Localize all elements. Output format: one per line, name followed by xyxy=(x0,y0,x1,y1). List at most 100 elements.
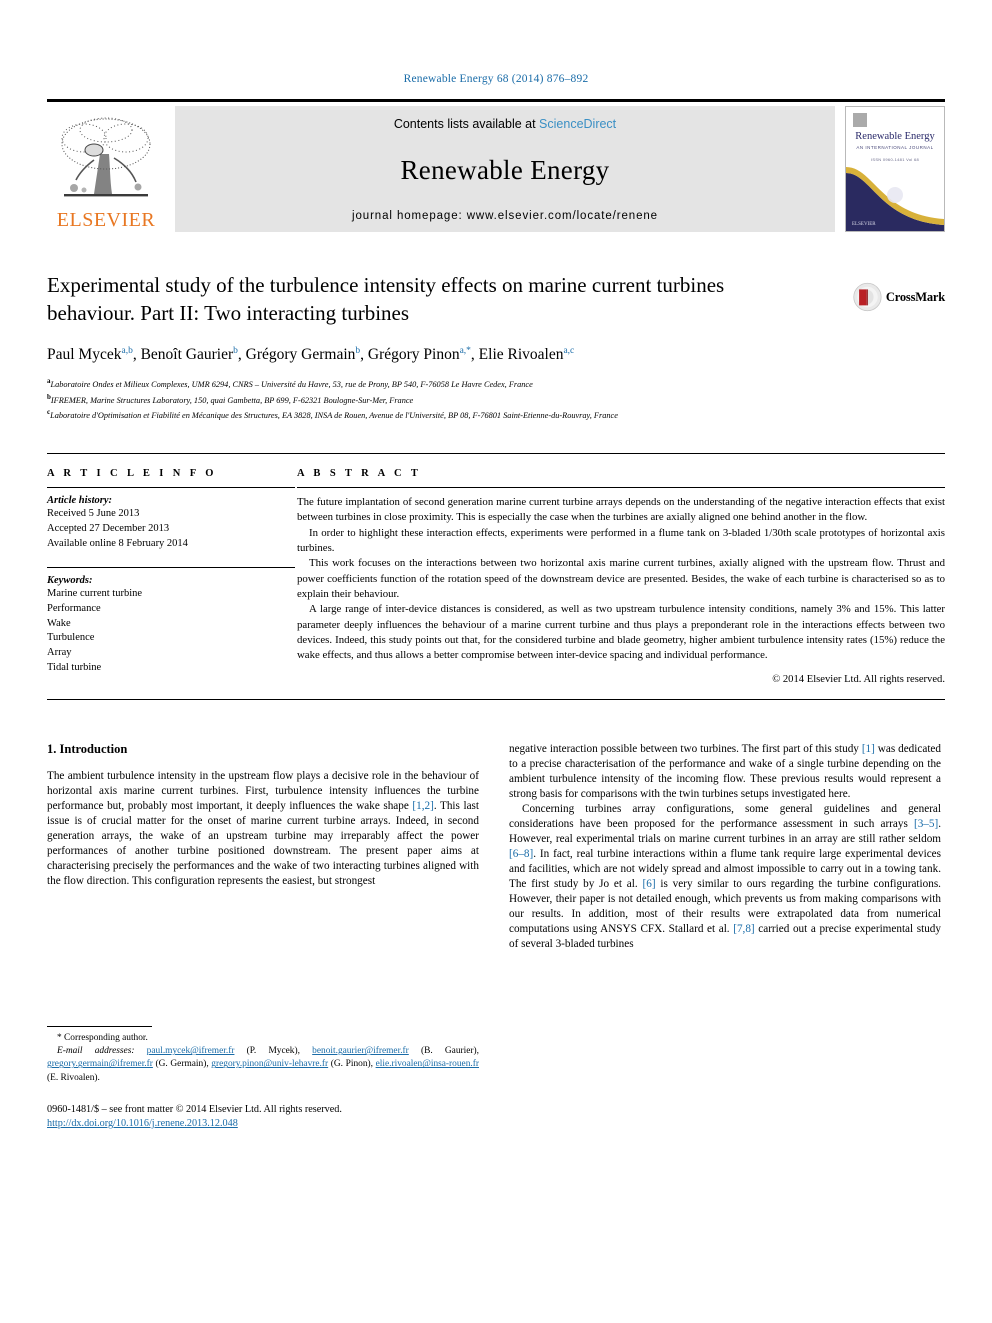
history-online: Available online 8 February 2014 xyxy=(47,537,188,549)
journal-cover-thumbnail: Renewable Energy AN INTERNATIONAL JOURNA… xyxy=(845,106,945,232)
cover-emblem-icon xyxy=(887,187,903,203)
abstract-bottom-rule xyxy=(47,698,945,700)
corresponding-author-note: * Corresponding author. xyxy=(57,1033,148,1044)
article-history-label: Article history: xyxy=(47,495,113,507)
elsevier-logo: ELSEVIER xyxy=(47,106,165,232)
citation-link[interactable]: [7,8] xyxy=(733,923,754,935)
abstract-paragraph: In order to highlight these interaction … xyxy=(297,526,945,554)
email-owner: (E. Rivoalen). xyxy=(47,1072,100,1083)
article-info-column: A R T I C L E I N F O Article history: R… xyxy=(47,468,295,685)
author-affil-marker: a,b xyxy=(121,345,133,356)
abstract-paragraph: This work focuses on the interactions be… xyxy=(297,557,945,600)
author-name: Grégory Pinon xyxy=(367,346,460,363)
footnote-block: * Corresponding author. E-mail addresses… xyxy=(47,1026,479,1132)
citation-link[interactable]: [1] xyxy=(862,743,875,755)
keyword-item: Wake xyxy=(47,617,71,629)
issn-line: 0960-1481/$ – see front matter © 2014 El… xyxy=(47,1103,342,1115)
crossmark-icon xyxy=(853,282,882,312)
affiliation-text: IFREMER, Marine Structures Laboratory, 1… xyxy=(50,395,414,405)
body-column-left: 1. Introduction The ambient turbulence i… xyxy=(47,742,479,1132)
page-title: Experimental study of the turbulence int… xyxy=(47,273,725,325)
abstract-paragraph: The future implantation of second genera… xyxy=(297,496,945,524)
author-affil-marker: a,* xyxy=(459,345,471,356)
article-info-heading: A R T I C L E I N F O xyxy=(47,468,217,480)
article-page: Renewable Energy 68 (2014) 876–892 ELSEV… xyxy=(0,0,992,1323)
keyword-item: Tidal turbine xyxy=(47,662,102,674)
author-affil-marker: a,c xyxy=(563,345,575,356)
journal-homepage[interactable]: journal homepage: www.elsevier.com/locat… xyxy=(352,210,658,222)
affiliation-text: Laboratoire d'Optimisation et Fiabilité … xyxy=(50,411,618,421)
journal-band: Contents lists available at ScienceDirec… xyxy=(175,106,835,232)
running-head: Renewable Energy 68 (2014) 876–892 xyxy=(403,73,589,85)
keyword-item: Turbulence xyxy=(47,632,95,644)
paragraph-text: . This last issue is of crucial matter f… xyxy=(47,799,479,888)
author-sep: , xyxy=(470,346,479,363)
crossmark-badge[interactable]: CrossMark xyxy=(853,272,945,322)
abstract-copyright: © 2014 Elsevier Ltd. All rights reserved… xyxy=(772,673,945,685)
keyword-item: Array xyxy=(47,647,72,659)
body-paragraph: Concerning turbines array configurations… xyxy=(509,802,941,953)
author-sep: , xyxy=(237,346,246,363)
journal-title: Renewable Energy xyxy=(400,155,610,185)
email-owner: (G. Germain), xyxy=(152,1059,212,1070)
abstract-paragraph: A large range of inter-device distances … xyxy=(297,603,945,662)
title-block: Experimental study of the turbulence int… xyxy=(47,272,945,423)
author-entry: Elie Rivoalena,c xyxy=(479,346,575,363)
doi-link[interactable]: http://dx.doi.org/10.1016/j.renene.2013.… xyxy=(47,1118,238,1129)
cover-publisher: ELSEVIER xyxy=(852,222,876,227)
contents-list-line: Contents lists available at ScienceDirec… xyxy=(394,117,616,131)
author-entry: Grégory Pinona,*, xyxy=(368,346,479,363)
footnote-rule xyxy=(47,1026,152,1028)
email-owner: (G. Pinon), xyxy=(328,1059,376,1070)
elsevier-wordmark: ELSEVIER xyxy=(56,209,156,231)
issn-copyright-block: 0960-1481/$ – see front matter © 2014 El… xyxy=(47,1103,479,1132)
cover-title: Renewable Energy xyxy=(855,131,935,142)
email-link[interactable]: gregory.pinon@univ-lehavre.fr xyxy=(211,1059,328,1069)
elsevier-tree-icon xyxy=(61,117,151,197)
body-paragraph: The ambient turbulence intensity in the … xyxy=(47,769,479,890)
citation-link[interactable]: [6] xyxy=(643,878,656,890)
citation-link[interactable]: [6–8] xyxy=(509,848,533,860)
body-column-right: negative interaction possible between tw… xyxy=(509,742,941,1132)
contents-prefix: Contents lists available at xyxy=(393,117,540,131)
author-sep: , xyxy=(360,346,368,363)
paragraph-text: Concerning turbines array configurations… xyxy=(509,802,941,830)
abstract-heading: A B S T R A C T xyxy=(297,468,422,480)
email-label: E-mail addresses: xyxy=(57,1046,135,1057)
info-abstract-section: A R T I C L E I N F O Article history: R… xyxy=(47,453,945,685)
affiliation-item: aLaboratoire Ondes et Milieux Complexes,… xyxy=(47,376,937,392)
email-link[interactable]: elie.rivoalen@insa-rouen.fr xyxy=(376,1059,479,1069)
cover-subtitle: AN INTERNATIONAL JOURNAL xyxy=(856,145,934,150)
body-paragraph: negative interaction possible between tw… xyxy=(509,742,941,802)
history-accepted: Accepted 27 December 2013 xyxy=(47,522,170,534)
keywords-rule xyxy=(47,566,295,568)
email-owner: (P. Mycek), xyxy=(234,1046,313,1057)
citation-link[interactable]: [3–5] xyxy=(914,818,938,830)
email-owner: (B. Gaurier), xyxy=(408,1046,479,1057)
abstract-column: A B S T R A C T The future implantation … xyxy=(295,468,945,685)
citation-link[interactable]: [1,2] xyxy=(412,800,433,812)
author-name: Paul Mycek xyxy=(47,346,122,363)
cover-barcode-icon xyxy=(853,113,867,127)
author-entry: Paul Myceka,b, xyxy=(47,346,141,363)
keywords-label: Keywords: xyxy=(47,574,93,586)
section-heading-introduction: 1. Introduction xyxy=(47,741,128,756)
affiliation-item: cLaboratoire d'Optimisation et Fiabilité… xyxy=(47,407,937,423)
affiliation-text: Laboratoire Ondes et Milieux Complexes, … xyxy=(50,379,533,389)
abstract-rule xyxy=(297,487,945,489)
author-entry: Benoît Gaurierb, xyxy=(141,346,246,363)
author-list: Paul Myceka,b, Benoît Gaurierb, Grégory … xyxy=(47,345,945,365)
email-link[interactable]: paul.mycek@ifremer.fr xyxy=(147,1046,235,1056)
crossmark-label: CrossMark xyxy=(885,289,945,304)
email-link[interactable]: gregory.germain@ifremer.fr xyxy=(47,1059,153,1069)
article-info-rule xyxy=(47,487,295,489)
sciencedirect-link[interactable]: ScienceDirect xyxy=(539,117,616,131)
author-name: Grégory Germain xyxy=(245,346,356,363)
email-link[interactable]: benoit.gaurier@ifremer.fr xyxy=(312,1046,409,1056)
paragraph-text: negative interaction possible between tw… xyxy=(509,742,862,755)
affiliation-list: aLaboratoire Ondes et Milieux Complexes,… xyxy=(47,376,937,423)
author-entry: Grégory Germainb, xyxy=(246,346,368,363)
author-name: Benoît Gaurier xyxy=(140,346,234,363)
author-name: Elie Rivoalen xyxy=(478,346,564,363)
